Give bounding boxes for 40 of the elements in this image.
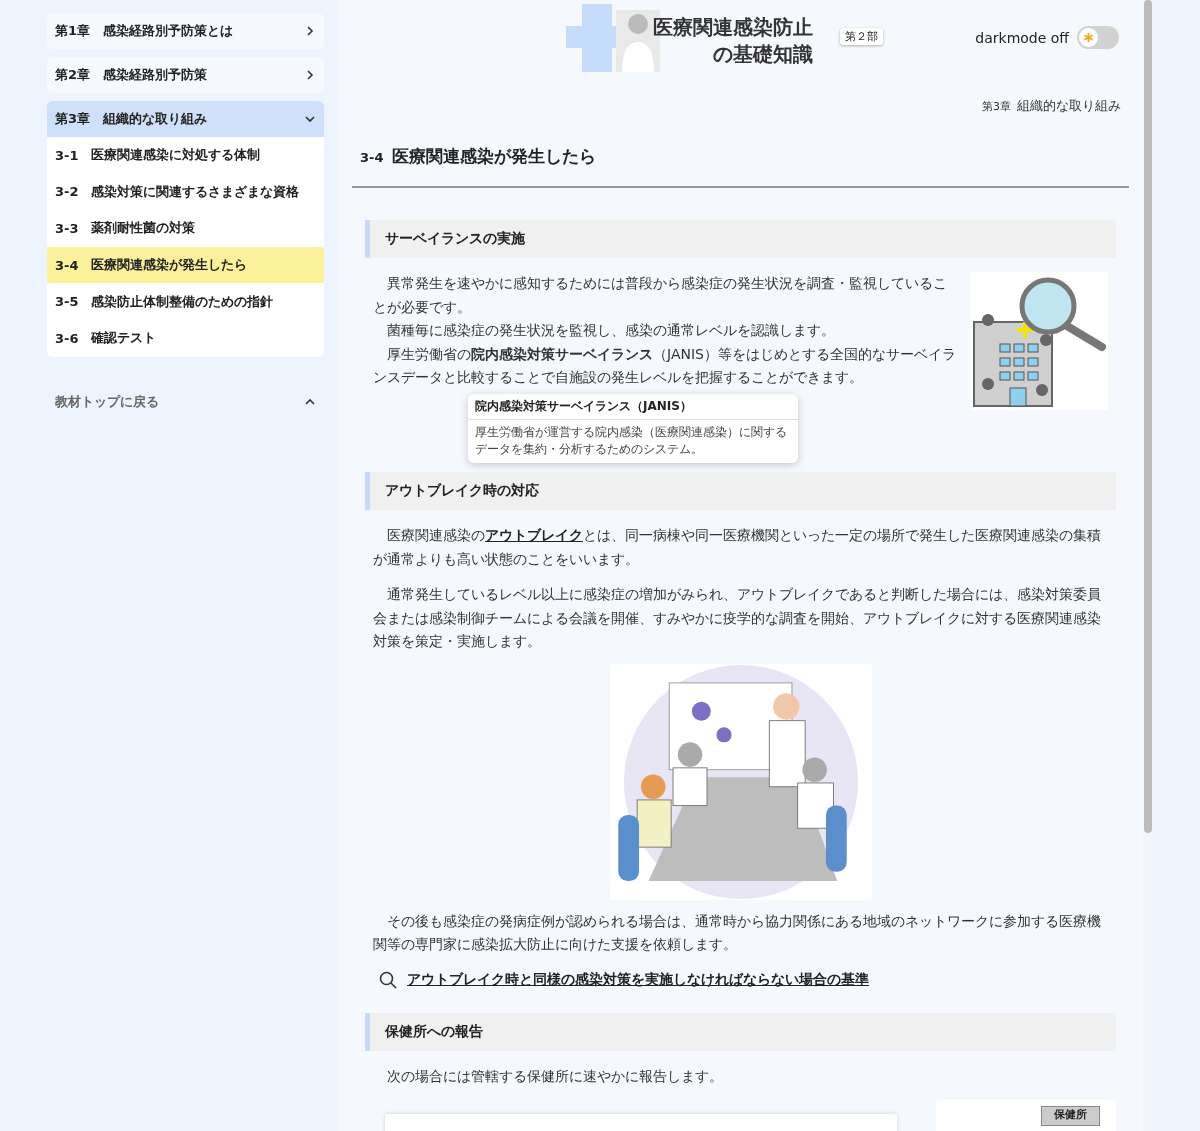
paragraph: 異常発生を速やかに感知するためには普段から感染症の発生状況を調査・監視していることが必要です。 [373,274,948,317]
tooltip-title: 院内感染対策サーベイランス（JANIS） [468,394,798,420]
chevron-down-icon [304,113,316,125]
breadcrumb-title: 組織的な取り組み [1017,97,1121,115]
page-title: 医療関連感染が発生したら [391,145,596,168]
paragraph: 医療関連感染のアウトブレイク とは、同一病棟や同一医療機関といった一定の場所で発生した医療関連感染の集積が通常よりも高い状態のことをいいます。 [373,526,1102,569]
sidebar-item[interactable]: 3-4 医療関連感染が発生したら [47,246,324,284]
tooltip-text: 厚生労働省が運営する院内感染（医療関連感染）に関するデータを集約・分析するためのシステム。 [474,424,788,458]
search-icon [379,970,397,989]
section-heading: サーベイランスの実施 [365,220,1116,258]
sidebar-item[interactable]: 3-1 医療関連感染に対処する体制 [47,137,324,174]
section-heading: アウトブレイク時の対応 [365,472,1116,510]
paragraph: その後も感染症の発病症例が認められる場合は、通常時から協力関係にある地域のネットワークに参加する医療機関等の専門家に感染拡大防止に向けた支援を依頼します。 [373,911,1102,954]
paragraph: 通常発生しているレベル以上に感染症の増加がみられ、アウトブレイクであると判断した場合には、感染対策委員会または感染制御チームによる会議を開催、すみやかに疫学的な調査を開始、アウトブレイクに対する医療関連感染対策を策定・実施します。 [373,585,1102,651]
chapter-button[interactable]: 第1章 感染経路別予防策とは [47,13,324,49]
chevron-right-icon [304,69,316,81]
logo-subtitle: の基礎知識 [713,40,813,68]
chevron-right-icon [304,25,316,37]
chapter-button[interactable]: 第2章 感染経路別予防策 [47,57,324,93]
darkmode-toggle[interactable] [1077,26,1119,49]
paragraph: 厚生労働省の院内感染対策サーベイランス（JANIS）等をはじめとする全国的なサーベイランスデータと比較することで自施設の発生レベルを把握することができます。 [373,344,956,387]
page-number: 3-4 [360,150,384,165]
back-link[interactable]: 教材トップに戻る [47,386,324,417]
darkmode-label: darkmode off [975,29,1069,46]
term-link[interactable]: アウトブレイク [485,527,583,543]
paragraph: 菌種毎に感染症の発生状況を監視し、感染の通常レベルを認識します。 [386,321,836,340]
chapter-button[interactable]: 第3章 組織的な取り組み [47,101,324,137]
part-badge: 第２部 [840,27,883,45]
section-heading: 保健所への報告 [365,1012,1116,1051]
paragraph: 次の場合には管轄する保健所に速やかに報告します。 [386,1066,724,1086]
logo-title: 医療関連感染防止 [653,13,813,41]
sidebar-item[interactable]: 3-2 感染対策に関連するさまざまな資格 [47,173,324,211]
sidebar-item[interactable]: 3-6 確認テスト [47,319,324,357]
sun-icon [1083,32,1094,43]
criteria-link[interactable]: アウトブレイク時と同様の感染対策を実施しなければならない場合の基準 [379,970,1116,989]
sidebar-item[interactable]: 3-3 薬剤耐性菌の対策 [47,210,324,247]
breadcrumb-chapter: 第3章 [982,99,1011,114]
sidebar-item[interactable]: 3-5 感染防止体制整備のための指針 [47,283,324,320]
site-logo[interactable]: 医療関連感染防止 の基礎知識 第２部 [566,3,916,72]
clinic-sign: 保健所 [1041,1106,1100,1126]
